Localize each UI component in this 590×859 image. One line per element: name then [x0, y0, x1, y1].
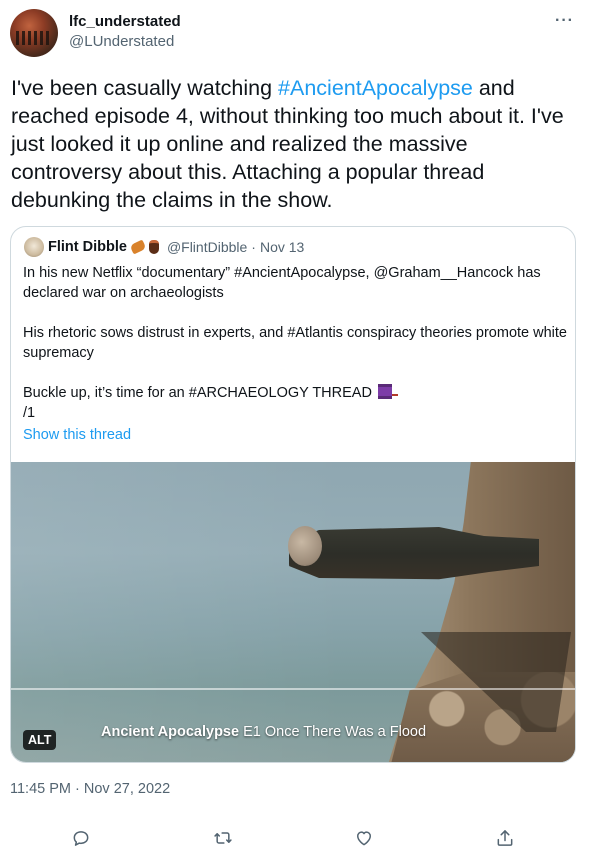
- thread-spool-emoji-icon: [377, 384, 392, 399]
- hashtag-link[interactable]: #AncientApocalypse: [278, 76, 473, 100]
- tweet-text: I've been casually watching #AncientApoc…: [11, 74, 583, 214]
- retweet-icon[interactable]: [211, 826, 235, 850]
- quoted-paragraph-4: /1: [23, 405, 36, 421]
- separator-dot: ·: [251, 239, 256, 255]
- quoted-tweet-header: Flint Dibble @FlintDibble · Nov 13: [24, 237, 304, 257]
- thread-spool-tail-icon: [391, 394, 398, 396]
- reply-icon[interactable]: [69, 826, 93, 850]
- video-caption: Ancient Apocalypse E1 Once There Was a F…: [101, 724, 426, 740]
- tweet: lfc_understated @LUnderstated ··· I've b…: [0, 0, 590, 859]
- alt-badge[interactable]: ALT: [23, 730, 57, 750]
- like-icon[interactable]: [352, 826, 376, 850]
- quoted-handle[interactable]: @FlintDibble: [167, 239, 247, 255]
- quoted-paragraph-3-text: Buckle up, it’s time for an #ARCHAEOLOGY…: [23, 385, 372, 401]
- video-caption-title: Ancient Apocalypse: [101, 724, 240, 740]
- video-caption-episode: E1 Once There Was a Flood: [239, 724, 427, 740]
- quoted-tweet[interactable]: Flint Dibble @FlintDibble · Nov 13 In hi…: [10, 226, 576, 763]
- media-person-head: [288, 526, 322, 566]
- quoted-date[interactable]: Nov 13: [260, 239, 304, 255]
- tweet-timestamp[interactable]: 11:45 PM · Nov 27, 2022: [10, 781, 170, 797]
- show-thread-link[interactable]: Show this thread: [23, 427, 131, 443]
- avatar[interactable]: [10, 9, 58, 57]
- more-options-icon[interactable]: ···: [555, 12, 574, 30]
- bone-emoji-icon: [129, 239, 147, 255]
- amphora-emoji-icon: [148, 240, 159, 254]
- video-thumbnail[interactable]: ALT Ancient Apocalypse E1 Once There Was…: [11, 462, 575, 762]
- quoted-paragraph-1: In his new Netflix “documentary” #Ancien…: [23, 265, 541, 301]
- video-progress-bar[interactable]: [11, 688, 575, 690]
- quoted-paragraph-3: Buckle up, it’s time for an #ARCHAEOLOGY…: [23, 383, 568, 403]
- tweet-text-start: I've been casually watching: [11, 76, 279, 100]
- quoted-tweet-text: In his new Netflix “documentary” #Ancien…: [23, 263, 568, 423]
- share-icon[interactable]: [493, 826, 517, 850]
- quoted-paragraph-2: His rhetoric sows distrust in experts, a…: [23, 325, 567, 361]
- quoted-display-name[interactable]: Flint Dibble: [48, 239, 127, 255]
- action-bar: [0, 826, 590, 856]
- author-handle[interactable]: @LUnderstated: [69, 33, 174, 50]
- author-display-name[interactable]: lfc_understated: [69, 13, 181, 30]
- quoted-avatar[interactable]: [24, 237, 44, 257]
